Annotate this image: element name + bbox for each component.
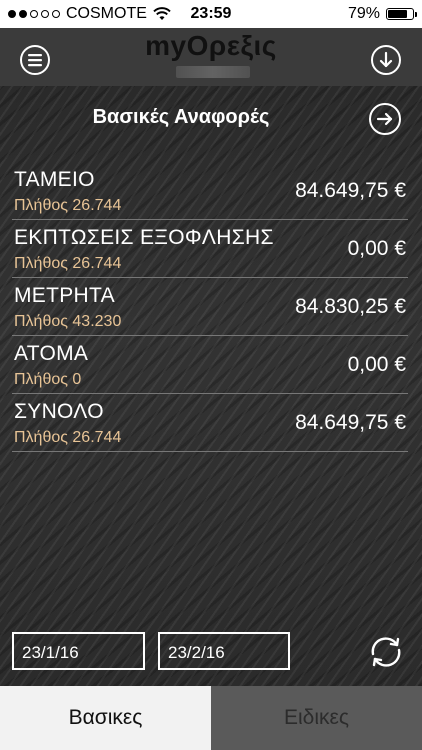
report-row-atoma[interactable]: ΑΤΟΜΑ Πλήθος 0 0,00 € <box>12 336 408 394</box>
report-label: ΣΥΝΟΛΟ <box>14 400 104 423</box>
report-row-ekptoseis[interactable]: ΕΚΠΤΩΣΕΙΣ ΕΞΟΦΛΗΣΗΣ Πλήθος 26.744 0,00 € <box>12 220 408 278</box>
app-title: myΟρεξις <box>145 30 277 61</box>
report-label: ΕΚΠΤΩΣΕΙΣ ΕΞΟΦΛΗΣΗΣ <box>14 226 274 249</box>
report-value: 84.649,75 € <box>295 411 406 434</box>
report-count: Πλήθος 43.230 <box>14 313 122 330</box>
refresh-icon <box>371 637 401 667</box>
report-label: ΤΑΜΕΙΟ <box>14 168 95 191</box>
battery-fill <box>388 10 407 18</box>
next-section-button[interactable] <box>369 103 401 135</box>
tab-special[interactable]: Ειδικες <box>211 686 422 750</box>
blurred-subtitle <box>176 66 250 78</box>
main-content: Βασικές Αναφορές ΤΑΜΕΙΟ Πλήθος 26.744 84… <box>0 86 422 686</box>
arrow-down-icon <box>379 51 393 68</box>
report-label: ΜΕΤΡΗΤΑ <box>14 284 115 307</box>
report-value: 0,00 € <box>347 237 406 260</box>
section-header: Βασικές Αναφορές <box>0 86 422 162</box>
arrow-right-icon <box>376 112 393 126</box>
section-title: Βασικές Αναφορές <box>92 106 270 128</box>
report-value: 84.649,75 € <box>295 179 406 202</box>
report-row-synolo[interactable]: ΣΥΝΟΛΟ Πλήθος 26.744 84.649,75 € <box>12 394 408 452</box>
report-label: ΑΤΟΜΑ <box>14 342 89 365</box>
download-button[interactable] <box>371 45 401 75</box>
tab-basic[interactable]: Βασικες <box>0 686 211 750</box>
report-count: Πλήθος 0 <box>14 371 82 388</box>
tab-bar: Βασικες Ειδικες <box>0 686 422 750</box>
refresh-button[interactable] <box>364 630 408 674</box>
date-from-field[interactable]: 23/1/16 <box>12 632 145 670</box>
status-right: 79% <box>347 5 417 23</box>
battery-percent: 79% <box>347 5 380 22</box>
report-row-metrita[interactable]: ΜΕΤΡΗΤΑ Πλήθος 43.230 84.830,25 € <box>12 278 408 336</box>
report-count: Πλήθος 26.744 <box>14 197 122 214</box>
report-count: Πλήθος 26.744 <box>14 429 122 446</box>
app-header: myΟρεξις <box>0 28 422 86</box>
date-to-field[interactable]: 23/2/16 <box>158 632 290 670</box>
battery-icon <box>386 8 417 20</box>
report-value: 84.830,25 € <box>295 295 406 318</box>
report-value: 0,00 € <box>347 353 406 376</box>
report-count: Πλήθος 26.744 <box>14 255 122 272</box>
status-bar: COSMOTE 23:59 79% <box>0 0 422 28</box>
report-row-tameio[interactable]: ΤΑΜΕΙΟ Πλήθος 26.744 84.649,75 € <box>12 162 408 220</box>
